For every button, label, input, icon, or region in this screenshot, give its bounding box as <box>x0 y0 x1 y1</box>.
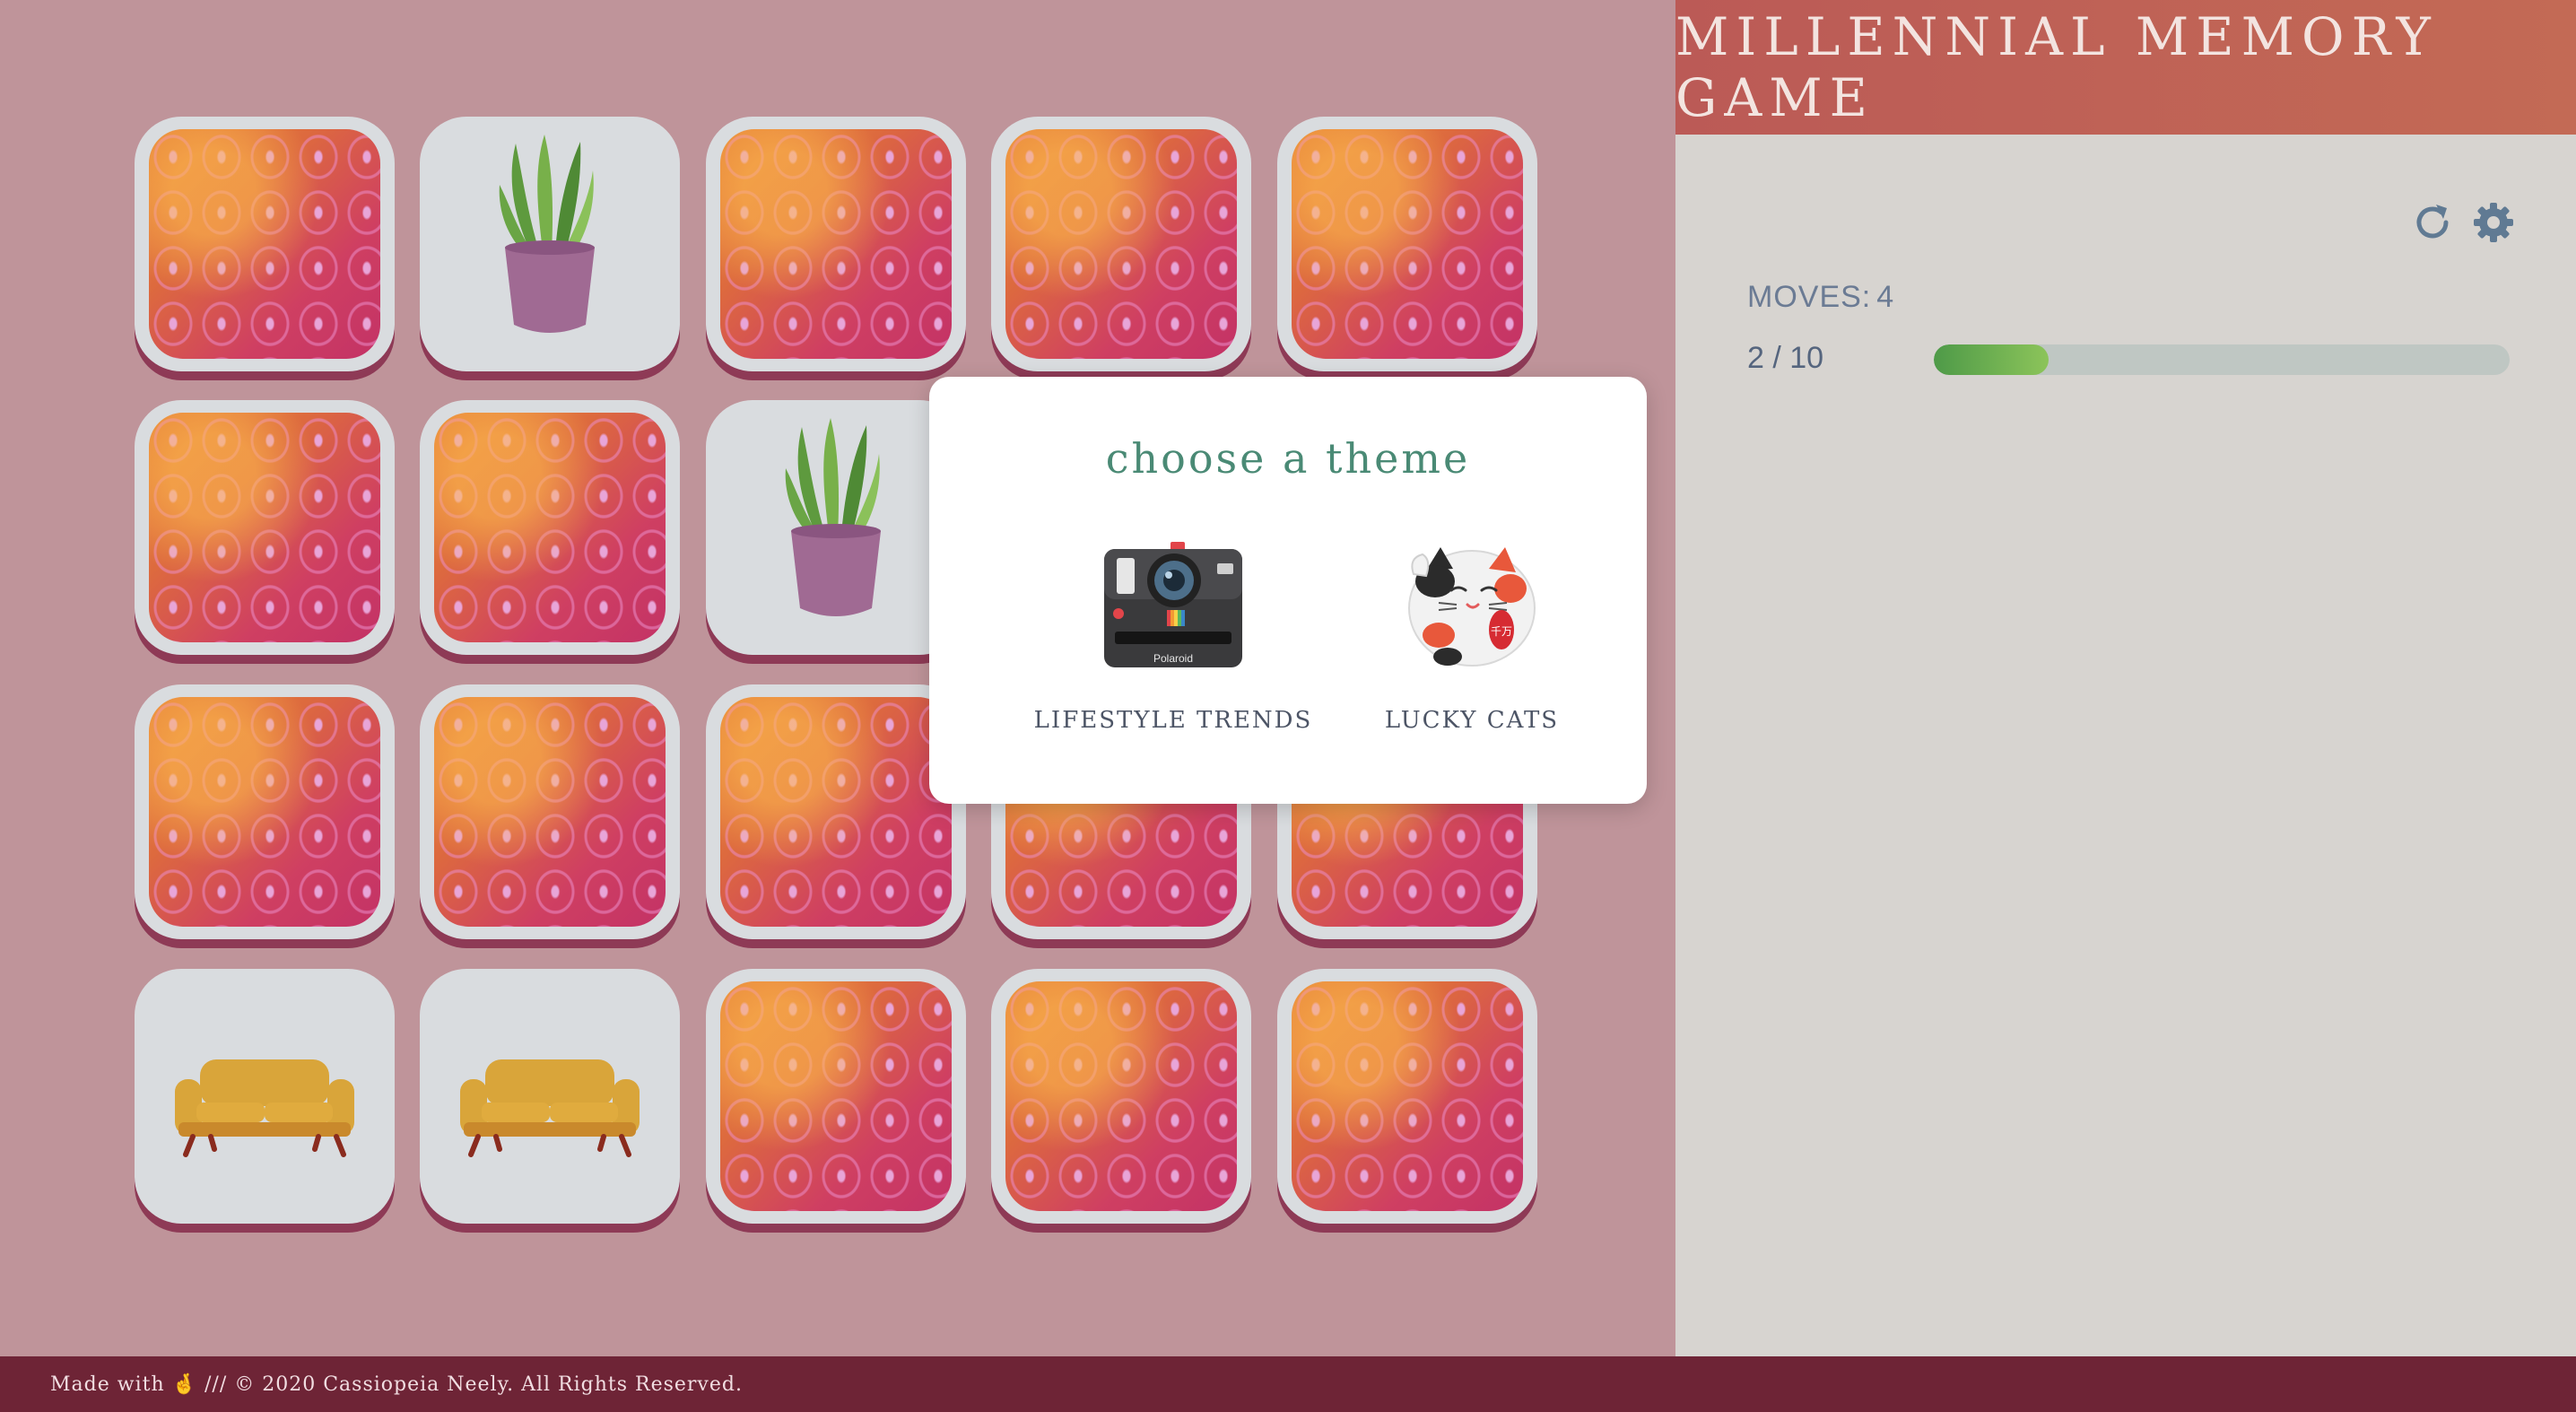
card-back-pattern <box>1292 129 1523 359</box>
moves-counter: MOVES: 4 <box>1747 280 1900 315</box>
side-panel: MILLENNIAL MEMORY GAME MOVES: 4 2 / 10 <box>1675 0 2576 1356</box>
moves-value: 4 <box>1876 280 1895 314</box>
cat-coin-text: 千万 <box>1491 625 1512 638</box>
restart-button[interactable] <box>2409 199 2456 246</box>
theme-label-lifestyle-trends: LIFESTYLE TRENDS <box>1033 707 1313 734</box>
camera-brand-text: Polaroid <box>1153 652 1193 665</box>
card-back-pattern <box>149 129 380 359</box>
theme-modal: choose a theme Polaroid LIFESTYLE TRENDS <box>929 377 1647 804</box>
app-header: MILLENNIAL MEMORY GAME <box>1675 0 2576 135</box>
modal-title: choose a theme <box>1105 434 1471 483</box>
card-face-down[interactable] <box>420 400 680 655</box>
sofa-icon <box>175 1059 354 1157</box>
card-back-pattern <box>1005 129 1237 359</box>
card-face-down[interactable] <box>1277 117 1537 371</box>
plant-icon <box>499 135 595 333</box>
card-back-pattern <box>720 697 952 927</box>
card-back-pattern <box>1292 981 1523 1211</box>
card-back-pattern <box>149 413 380 642</box>
gear-icon <box>2474 203 2513 242</box>
progress-bar <box>1934 344 2510 375</box>
theme-label-lucky-cats: LUCKY CATS <box>1384 707 1560 734</box>
card-sofa[interactable] <box>420 969 680 1224</box>
card-face-down[interactable] <box>420 684 680 939</box>
card-plant[interactable] <box>706 400 966 655</box>
card-back-pattern <box>434 697 666 927</box>
progress-text: 2 / 10 <box>1747 341 1824 375</box>
card-face-down[interactable] <box>706 969 966 1224</box>
card-face-down[interactable] <box>135 400 395 655</box>
card-back-pattern <box>720 981 952 1211</box>
card-back-pattern <box>1005 981 1237 1211</box>
card-back-pattern <box>434 413 666 642</box>
sofa-icon <box>460 1059 640 1157</box>
card-face-down[interactable] <box>135 117 395 371</box>
progress-bar-fill <box>1934 344 2049 375</box>
moves-label: MOVES: <box>1747 280 1872 314</box>
plant-icon <box>785 418 881 616</box>
card-face-down[interactable] <box>706 117 966 371</box>
footer: Made with 🤞 /// © 2020 Cassiopeia Neely.… <box>0 1356 2576 1412</box>
theme-option-lucky-cats[interactable]: 千万 LUCKY CATS <box>1328 538 1615 734</box>
theme-option-lifestyle-trends[interactable]: Polaroid LIFESTYLE TRENDS <box>1030 538 1317 734</box>
card-face-down[interactable] <box>135 684 395 939</box>
card-face-down[interactable] <box>991 969 1251 1224</box>
app-title: MILLENNIAL MEMORY GAME <box>1675 6 2438 128</box>
lucky-cat-icon: 千万 <box>1408 547 1536 667</box>
restart-icon <box>2416 205 2449 239</box>
card-face-down[interactable] <box>991 117 1251 371</box>
card-plant[interactable] <box>420 117 680 371</box>
footer-text: Made with 🤞 /// © 2020 Cassiopeia Neely.… <box>50 1373 743 1396</box>
card-back-pattern <box>720 129 952 359</box>
card-back-pattern <box>149 697 380 927</box>
card-face-down[interactable] <box>706 684 966 939</box>
polaroid-camera-icon: Polaroid <box>1104 542 1242 667</box>
card-face-down[interactable] <box>1277 969 1537 1224</box>
card-sofa[interactable] <box>135 969 395 1224</box>
settings-button[interactable] <box>2470 199 2517 246</box>
